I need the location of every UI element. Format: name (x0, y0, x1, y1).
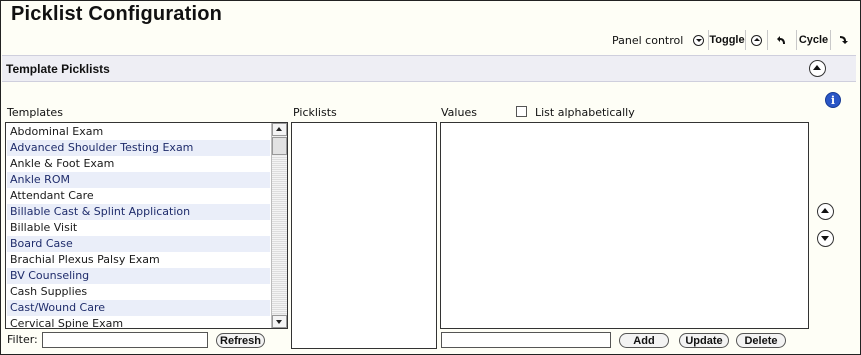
chevron-down-circle-icon (692, 34, 704, 46)
template-list-item[interactable]: Advanced Shoulder Testing Exam (7, 140, 270, 156)
template-list-item[interactable]: Billable Cast & Splint Application (7, 204, 270, 220)
value-input[interactable] (441, 332, 611, 348)
templates-label: Templates (7, 106, 63, 119)
values-listbox[interactable] (440, 122, 809, 329)
collapse-all-button[interactable] (688, 30, 708, 50)
toggle-button[interactable]: Toggle (708, 30, 745, 50)
template-list-item[interactable]: Attendant Care (7, 188, 270, 204)
templates-list: Abdominal Exam Advanced Shoulder Testing … (7, 124, 270, 328)
update-button[interactable]: Update (679, 333, 729, 348)
scroll-track[interactable] (272, 156, 287, 314)
filter-label: Filter: (7, 333, 38, 346)
values-label: Values (441, 106, 477, 119)
template-list-item[interactable]: Billable Visit (7, 220, 270, 236)
template-list-item[interactable]: Cervical Spine Exam (7, 316, 270, 328)
add-button[interactable]: Add (619, 333, 669, 348)
info-icon[interactable]: i (825, 92, 841, 108)
redo-arrow-icon (839, 36, 848, 44)
template-list-item[interactable]: Ankle & Foot Exam (7, 156, 270, 172)
template-list-item[interactable]: Brachial Plexus Palsy Exam (7, 252, 270, 268)
section-title: Template Picklists (6, 62, 110, 76)
scroll-up-icon[interactable] (272, 123, 287, 136)
scroll-thumb[interactable] (272, 137, 287, 155)
panel-control-label: Panel control (612, 34, 684, 47)
template-list-item[interactable]: Abdominal Exam (7, 124, 270, 140)
picklists-label: Picklists (293, 106, 337, 119)
move-down-button[interactable] (817, 230, 834, 247)
list-alphabetically-label: List alphabetically (535, 106, 635, 119)
cycle-button[interactable]: Cycle (796, 30, 830, 50)
redo-button[interactable] (830, 30, 854, 50)
page-title: Picklist Configuration (11, 3, 223, 25)
chevron-up-circle-icon (751, 34, 762, 46)
delete-button[interactable]: Delete (736, 333, 786, 348)
template-list-item[interactable]: Ankle ROM (7, 172, 270, 188)
collapse-section-button[interactable] (809, 60, 826, 77)
expand-all-button[interactable] (745, 30, 767, 50)
filter-input[interactable] (42, 332, 208, 348)
template-list-item[interactable]: Cash Supplies (7, 284, 270, 300)
refresh-button[interactable]: Refresh (216, 333, 265, 348)
scroll-down-icon[interactable] (272, 315, 287, 328)
templates-scrollbar[interactable] (271, 123, 287, 328)
list-alphabetically-checkbox[interactable] (516, 106, 527, 117)
template-list-item[interactable]: Cast/Wound Care (7, 300, 270, 316)
template-list-item[interactable]: Board Case (7, 236, 270, 252)
picklists-listbox[interactable] (291, 122, 437, 349)
templates-listbox[interactable]: Abdominal Exam Advanced Shoulder Testing … (5, 122, 288, 329)
undo-button[interactable] (767, 30, 796, 50)
template-list-item[interactable]: BV Counseling (7, 268, 270, 284)
section-header: Template Picklists (2, 55, 856, 82)
undo-arrow-icon (777, 36, 785, 44)
move-up-button[interactable] (817, 203, 834, 220)
